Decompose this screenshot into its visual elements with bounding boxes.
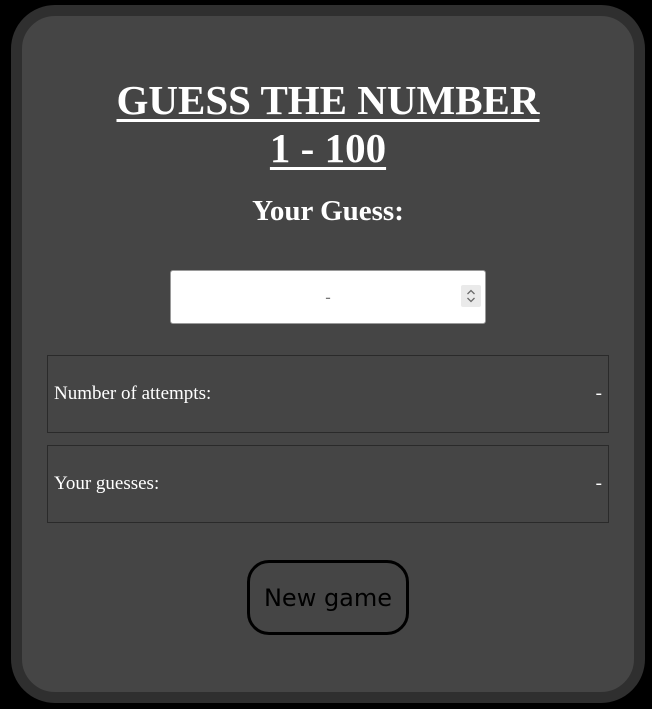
guesses-box: Your guesses: - bbox=[47, 445, 609, 523]
number-spinner[interactable] bbox=[461, 285, 481, 307]
title-line-2: 1 - 100 bbox=[269, 125, 387, 171]
attempts-value: - bbox=[595, 383, 602, 404]
guess-input-wrapper bbox=[170, 270, 486, 324]
chevron-up-down-icon bbox=[467, 289, 475, 303]
attempts-box: Number of attempts: - bbox=[47, 355, 609, 433]
guesses-value: - bbox=[595, 473, 602, 494]
guess-input[interactable] bbox=[171, 271, 485, 323]
game-title: GUESS THE NUMBER 1 - 100 bbox=[22, 76, 634, 172]
guess-label: Your Guess: bbox=[252, 195, 404, 227]
game-card: GUESS THE NUMBER 1 - 100 Your Guess: Num… bbox=[11, 5, 645, 703]
new-game-button[interactable]: New game bbox=[247, 560, 409, 635]
guesses-label: Your guesses: bbox=[54, 473, 160, 494]
attempts-label: Number of attempts: bbox=[54, 383, 212, 404]
title-line-1: GUESS THE NUMBER bbox=[116, 77, 540, 123]
